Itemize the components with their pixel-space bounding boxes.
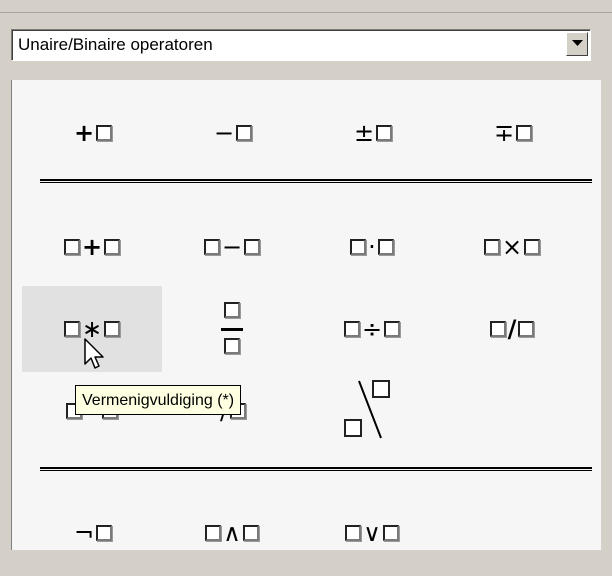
operator-minus-plus-button[interactable]: ∓ <box>442 90 582 176</box>
operator-empty-button <box>442 368 582 454</box>
fraction-icon <box>221 302 243 356</box>
operator-logical-or-button[interactable]: ∨ <box>302 490 442 576</box>
operator-symbol: · <box>368 233 376 261</box>
operator-unary-plus-button[interactable]: + <box>22 90 162 176</box>
operator-symbol: − <box>213 119 235 147</box>
placeholder-box-icon <box>96 525 113 541</box>
dropdown-selected-value: Unaire/Binaire operatoren <box>18 35 213 54</box>
dropdown-button[interactable] <box>566 32 588 56</box>
chevron-down-icon <box>572 40 583 46</box>
placeholder-box-icon <box>224 302 240 318</box>
operator-palette: +−±∓+−·×∗÷/∘/¬∧∨ <box>11 80 601 550</box>
placeholder-box-icon <box>524 239 541 255</box>
placeholder-box-icon <box>384 321 401 337</box>
placeholder-box-icon <box>205 525 222 541</box>
operator-backslash-button[interactable] <box>302 368 442 454</box>
placeholder-box-icon <box>518 321 535 337</box>
tooltip: Vermenigvuldiging (*) <box>75 385 242 415</box>
placeholder-box-icon <box>382 525 399 541</box>
operator-subtract-button[interactable]: − <box>162 204 302 290</box>
backslash-icon <box>344 380 390 439</box>
placeholder-box-icon <box>350 239 367 255</box>
operator-plus-minus-button[interactable]: ± <box>302 90 442 176</box>
operator-slash-divide-button[interactable]: / <box>442 286 582 372</box>
placeholder-box-icon <box>236 125 253 141</box>
operator-symbol: × <box>501 233 523 261</box>
operator-symbol: ± <box>353 119 375 147</box>
operator-symbol: ¬ <box>73 519 95 547</box>
placeholder-box-icon <box>489 321 506 337</box>
operator-symbol: / <box>507 315 517 343</box>
separator <box>40 179 592 183</box>
placeholder-box-icon <box>96 125 113 141</box>
placeholder-box-icon <box>63 239 80 255</box>
placeholder-box-icon <box>224 338 240 354</box>
placeholder-box-icon <box>483 239 500 255</box>
operator-divide-button[interactable]: ÷ <box>302 286 442 372</box>
placeholder-box-icon <box>244 239 261 255</box>
fraction-bar <box>221 328 243 331</box>
top-strip <box>0 0 612 13</box>
placeholder-box-icon <box>376 125 393 141</box>
operator-symbol: ∧ <box>223 519 241 547</box>
operator-cross-multiply-button[interactable]: × <box>442 204 582 290</box>
placeholder-box-icon <box>203 239 220 255</box>
operator-fraction-button[interactable] <box>162 286 302 372</box>
operator-symbol: ∨ <box>363 519 381 547</box>
operator-symbol: + <box>73 119 95 147</box>
placeholder-box-icon <box>104 321 121 337</box>
operator-logical-not-button[interactable]: ¬ <box>22 490 162 576</box>
operator-unary-minus-button[interactable]: − <box>162 90 302 176</box>
operator-panel: Unaire/Binaire operatoren +−±∓+−·×∗÷/∘/¬… <box>0 0 612 550</box>
pointer-cursor-icon <box>84 338 104 369</box>
placeholder-box-icon <box>242 525 259 541</box>
operator-symbol: + <box>81 233 103 261</box>
placeholder-box-icon <box>104 239 121 255</box>
placeholder-box-icon <box>345 525 362 541</box>
operator-dot-multiply-button[interactable]: · <box>302 204 442 290</box>
operator-symbol: − <box>221 233 243 261</box>
operator-category-dropdown[interactable]: Unaire/Binaire operatoren <box>11 29 591 61</box>
operator-logical-and-button[interactable]: ∧ <box>162 490 302 576</box>
placeholder-box-icon <box>377 239 394 255</box>
placeholder-box-icon <box>516 125 533 141</box>
operator-symbol: ∓ <box>493 119 515 147</box>
operator-add-button[interactable]: + <box>22 204 162 290</box>
operator-symbol: ÷ <box>361 315 383 343</box>
operator-empty2-button <box>442 490 582 576</box>
placeholder-box-icon <box>63 321 80 337</box>
placeholder-box-icon <box>343 321 360 337</box>
separator <box>40 467 592 471</box>
